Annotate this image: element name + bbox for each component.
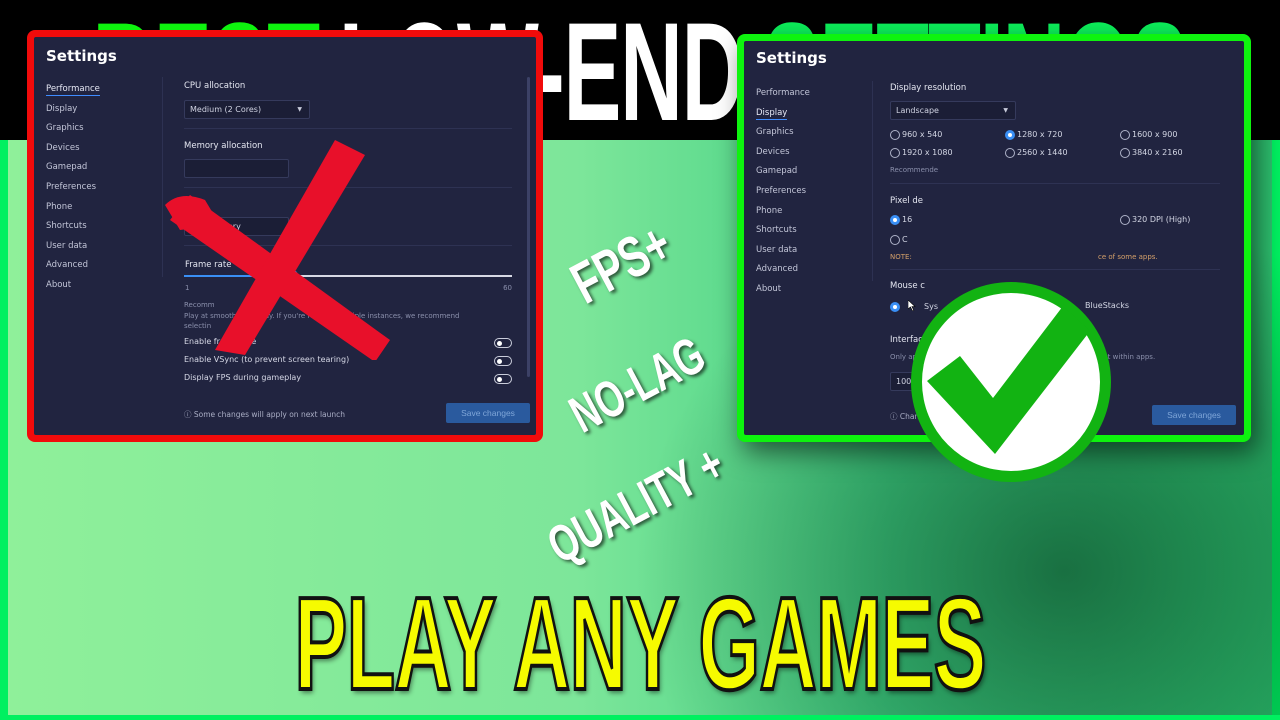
sidebar-item-advanced[interactable]: Advanced (756, 263, 866, 283)
sidebar-item-devices[interactable]: Devices (46, 142, 156, 162)
pixel-density-label: Pixel de (890, 196, 923, 206)
dpi-custom-radio[interactable]: C (890, 234, 908, 246)
sidebar-item-user-data[interactable]: User data (756, 244, 866, 264)
sidebar-item-gamepad[interactable]: Gamepad (756, 165, 866, 185)
resolution-2560x1440-radio[interactable]: 2560 x 1440 (1005, 147, 1068, 159)
sidebar-item-advanced[interactable]: Advanced (46, 259, 156, 279)
sidebar-divider (872, 81, 873, 281)
sidebar-item-graphics[interactable]: Graphics (46, 122, 156, 142)
cross-stroke-3 (165, 196, 220, 230)
divider (890, 183, 1220, 184)
orientation-value: Landscape (896, 106, 939, 115)
resolution-1920x1080-radio[interactable]: 1920 x 1080 (890, 147, 953, 159)
note-text: ce of some apps. (1098, 253, 1158, 261)
bottom-caption: PLAY ANY GAMES (0, 570, 1280, 717)
note-label: NOTE: (890, 253, 912, 261)
sidebar-item-about[interactable]: About (46, 279, 156, 299)
save-changes-button[interactable]: Save changes (1152, 405, 1236, 425)
vsync-toggle[interactable] (494, 356, 512, 366)
display-resolution-label: Display resolution (890, 83, 967, 93)
divider (890, 269, 1220, 270)
play-any-games-text: PLAY ANY GAMES (293, 570, 987, 717)
toggle-label: Display FPS during gameplay (184, 373, 302, 382)
sidebar-item-performance[interactable]: Performance (756, 87, 866, 107)
resolution-3840x2160-radio[interactable]: 3840 x 2160 (1120, 147, 1183, 159)
scrollbar[interactable] (527, 77, 530, 377)
chevron-down-icon: ▼ (1003, 107, 1008, 114)
sidebar-item-display[interactable]: Display (46, 103, 156, 123)
settings-title: Settings (756, 49, 827, 67)
resolution-1280x720-radio[interactable]: 1280 x 720 (1005, 129, 1062, 141)
sidebar-item-user-data[interactable]: User data (46, 240, 156, 260)
toggle-row-display-fps: Display FPS during gameplay (184, 373, 512, 387)
frame-rate-max: 60 (503, 284, 512, 292)
sidebar-item-gamepad[interactable]: Gamepad (46, 161, 156, 181)
orientation-dropdown[interactable]: Landscape ▼ (890, 101, 1016, 120)
settings-title: Settings (46, 47, 117, 65)
high-frame-rate-toggle[interactable] (494, 338, 512, 348)
sidebar-item-about[interactable]: About (756, 283, 866, 303)
sidebar-item-shortcuts[interactable]: Shortcuts (756, 224, 866, 244)
sidebar-item-devices[interactable]: Devices (756, 146, 866, 166)
sidebar-item-graphics[interactable]: Graphics (756, 126, 866, 146)
sidebar-item-preferences[interactable]: Preferences (46, 181, 156, 201)
settings-sidebar: Performance Display Graphics Devices Gam… (756, 87, 866, 303)
sidebar-item-phone[interactable]: Phone (46, 201, 156, 221)
sidebar-item-performance[interactable]: Performance (46, 83, 156, 103)
cross-mark-icon (165, 140, 390, 360)
sidebar-item-phone[interactable]: Phone (756, 205, 866, 225)
sidebar-item-display[interactable]: Display (756, 107, 866, 127)
resolution-1600x900-radio[interactable]: 1600 x 900 (1120, 129, 1177, 141)
save-changes-button[interactable]: Save changes (446, 403, 530, 423)
cpu-allocation-label: CPU allocation (184, 81, 246, 91)
restart-note: ⓘ Some changes will apply on next launch (184, 410, 346, 419)
sidebar-item-preferences[interactable]: Preferences (756, 185, 866, 205)
dpi-320-radio[interactable]: 320 DPI (High) (1120, 214, 1190, 226)
settings-sidebar: Performance Display Graphics Devices Gam… (46, 83, 156, 299)
dpi-160-radio[interactable]: 16 (890, 214, 912, 226)
recommended-text: Recommende (890, 166, 939, 174)
display-fps-toggle[interactable] (494, 374, 512, 384)
sidebar-item-shortcuts[interactable]: Shortcuts (46, 220, 156, 240)
resolution-960x540-radio[interactable]: 960 x 540 (890, 129, 942, 141)
check-mark-icon (911, 282, 1111, 482)
